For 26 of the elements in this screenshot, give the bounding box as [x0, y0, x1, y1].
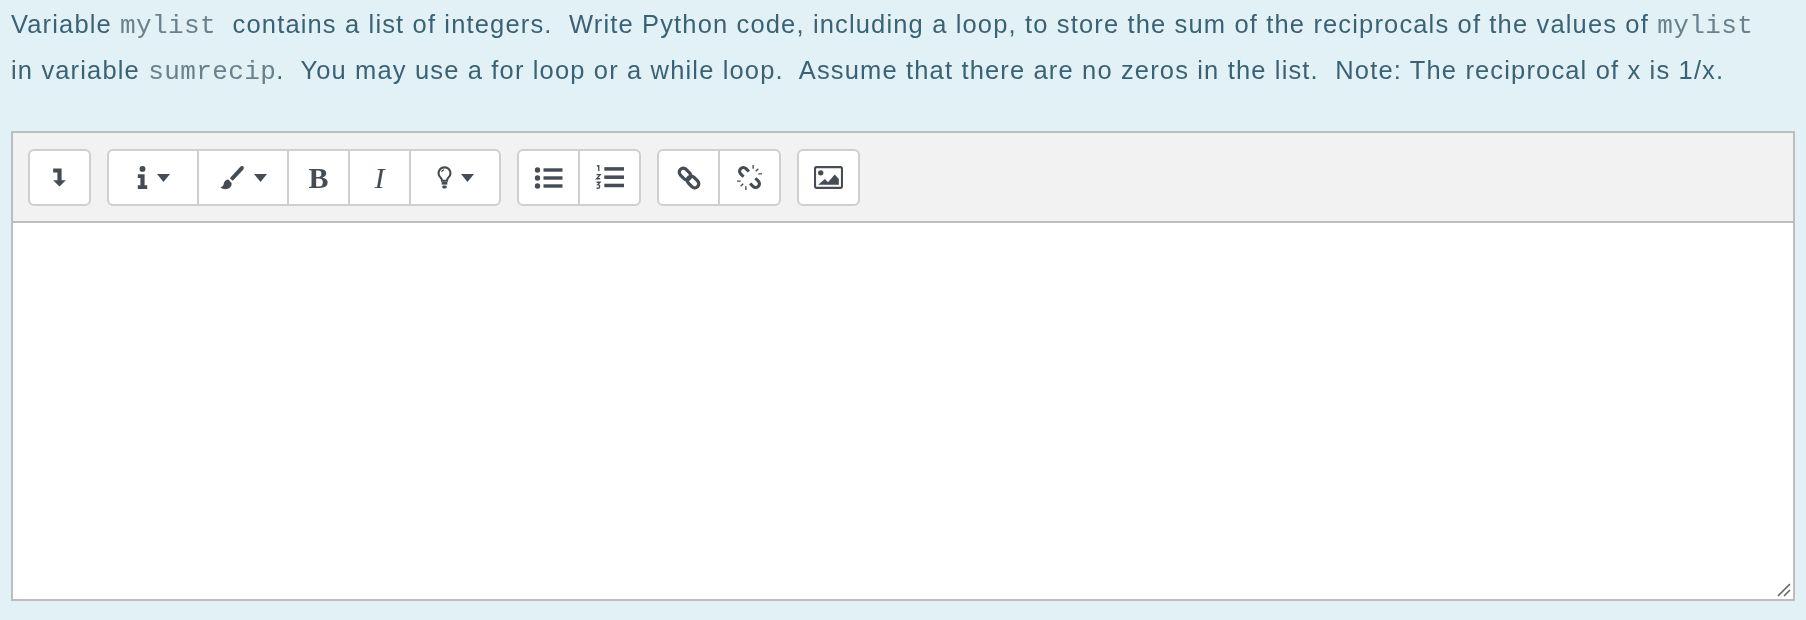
expand-toolbar-button[interactable]	[28, 149, 91, 206]
info-icon	[136, 166, 148, 189]
info-menu-button[interactable]	[107, 149, 199, 206]
lightbulb-icon	[436, 166, 452, 189]
brush-icon	[219, 165, 245, 190]
down-arrow-icon	[53, 168, 66, 187]
link-icon	[675, 164, 702, 191]
caret-icon	[253, 173, 267, 182]
unlink-button[interactable]	[718, 149, 781, 206]
insert-image-button[interactable]	[797, 149, 860, 206]
numbered-list-button[interactable]	[578, 149, 641, 206]
bulleted-list-icon	[534, 166, 563, 189]
lightbulb-menu-button[interactable]	[409, 149, 501, 206]
caret-icon	[460, 173, 474, 182]
caret-icon	[156, 173, 170, 182]
bold-button[interactable]: B	[287, 149, 350, 206]
italic-button[interactable]: I	[348, 149, 411, 206]
broken-link-icon	[736, 164, 763, 191]
bulleted-list-button[interactable]	[517, 149, 580, 206]
question-text: Variable mylist contains a list of integers. Write Python code, including a loop, to store the sum of the reciprocals of the values of mylist in variable sumrecip. You may use a for loop or a while loop. Assume that there are no zeros in the list. Note: The reciprocal of x is 1/x.	[10, 9, 1755, 89]
numbered-list-icon	[595, 165, 624, 190]
brush-menu-button[interactable]	[197, 149, 289, 206]
resize-handle-icon[interactable]	[1777, 583, 1791, 597]
image-icon	[814, 166, 843, 189]
link-button[interactable]	[657, 149, 720, 206]
text-editor-field[interactable]	[13, 223, 1793, 599]
